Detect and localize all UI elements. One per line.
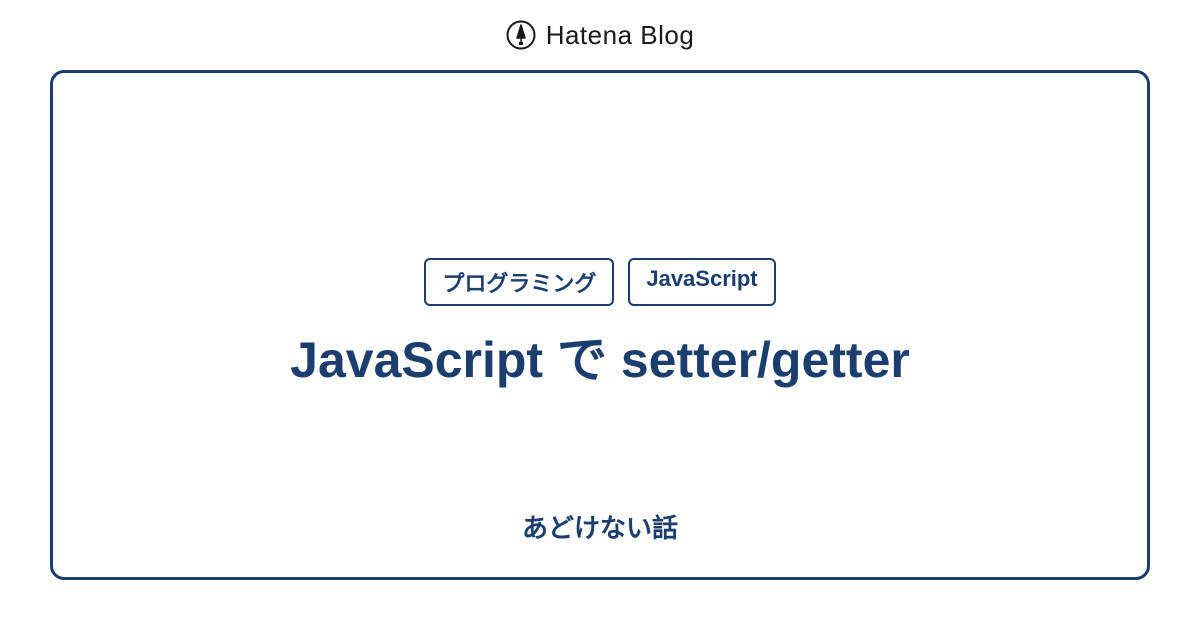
- header: Hatena Blog: [0, 0, 1200, 70]
- card-content: プログラミング JavaScript JavaScript で setter/g…: [290, 258, 910, 393]
- hatena-logo-icon: [506, 20, 536, 50]
- tag-javascript: JavaScript: [628, 258, 775, 306]
- logo-text: Hatena Blog: [546, 20, 695, 51]
- tag-programming: プログラミング: [424, 258, 614, 306]
- blog-name: あどけない話: [53, 508, 1147, 545]
- tag-list: プログラミング JavaScript: [424, 258, 775, 306]
- article-title: JavaScript で setter/getter: [290, 328, 910, 393]
- article-card: プログラミング JavaScript JavaScript で setter/g…: [50, 70, 1150, 580]
